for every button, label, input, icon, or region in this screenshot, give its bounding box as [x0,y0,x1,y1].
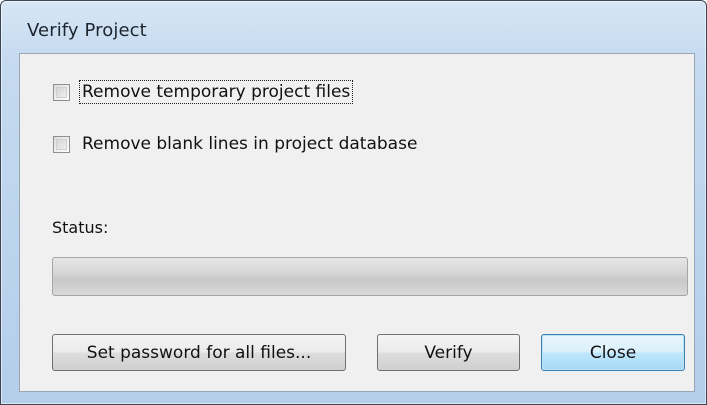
dialog-client-area: Remove temporary project files Remove bl… [19,53,695,392]
option-remove-temp-files[interactable]: Remove temporary project files [53,80,354,104]
verify-button[interactable]: Verify [377,334,520,371]
option-remove-blank-lines[interactable]: Remove blank lines in project database [53,132,419,156]
close-button[interactable]: Close [541,334,685,371]
title-bar[interactable]: Verify Project [1,1,706,53]
window-title: Verify Project [27,20,147,41]
remove-temp-files-checkbox[interactable] [53,83,70,101]
set-password-button[interactable]: Set password for all files... [52,334,346,371]
status-progress-bar [52,257,688,296]
status-label: Status: [52,218,109,237]
remove-blank-lines-checkbox[interactable] [53,135,70,153]
remove-temp-files-label[interactable]: Remove temporary project files [78,80,354,104]
verify-project-dialog: Verify Project Remove temporary project … [0,0,707,405]
remove-blank-lines-label[interactable]: Remove blank lines in project database [80,133,419,155]
